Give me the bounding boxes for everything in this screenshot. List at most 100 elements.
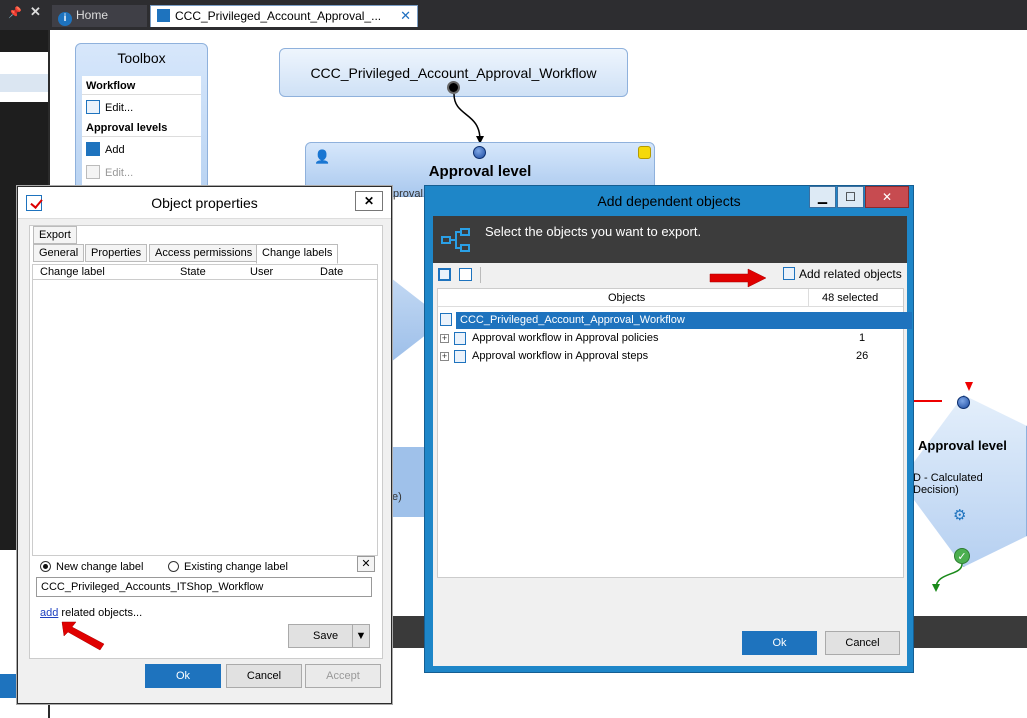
list-view-icon[interactable] xyxy=(459,268,472,281)
col-date[interactable]: Date xyxy=(320,266,343,278)
object-properties-title: Object properties xyxy=(151,195,258,211)
dependent-objects-list[interactable]: Objects 48 selected CCC_Privileged_Accou… xyxy=(437,288,912,578)
toolbar-divider xyxy=(480,267,481,283)
col-objects[interactable]: Objects xyxy=(608,292,645,304)
radio-selected-icon xyxy=(40,561,51,572)
object-properties-close-button[interactable]: ✕ xyxy=(355,191,383,211)
save-button-label: Save xyxy=(313,630,339,642)
document-icon xyxy=(440,313,452,326)
window-close-button[interactable]: ✕ xyxy=(865,186,909,208)
add-dependent-titlebar: Add dependent objects ▁ ☐ ✕ xyxy=(425,186,913,216)
add-dependent-header: Select the objects you want to export. xyxy=(433,216,907,263)
col-change-label[interactable]: Change label xyxy=(40,266,105,278)
tab-access-permissions[interactable]: Access permissions xyxy=(149,244,259,262)
add-dependent-client: Select the objects you want to export. A… xyxy=(433,216,912,666)
relation-icon xyxy=(454,350,466,363)
left-panel-selected-row[interactable] xyxy=(0,74,48,92)
radio-unselected-icon xyxy=(168,561,179,572)
document-tab-bar: 📌 ✕ i Home CCC_Privileged_Account_Approva… xyxy=(0,0,1027,30)
change-label-input[interactable]: CCC_Privileged_Accounts_ITShop_Workflow xyxy=(36,577,372,597)
add-document-icon xyxy=(783,267,795,280)
right-node-subtitle: D - Calculated Decision) xyxy=(913,472,983,496)
connector-red-arrow xyxy=(965,382,973,391)
approval-input-dot[interactable] xyxy=(473,146,486,159)
radio-existing-change-label[interactable]: Existing change label xyxy=(168,561,288,573)
cancel-button[interactable]: Cancel xyxy=(226,664,302,688)
node-fragment-text-2: e) xyxy=(392,491,402,503)
list-item-approval-steps[interactable]: + Approval workflow in Approval steps 26 xyxy=(438,348,903,365)
connector-arrow xyxy=(453,93,484,144)
add-related-objects-label: Add related objects xyxy=(799,267,902,281)
toolbox-workflow-edit-label: Edit... xyxy=(105,102,134,114)
select-all-icon[interactable] xyxy=(438,268,451,281)
col-selected-count[interactable]: 48 selected xyxy=(822,292,878,304)
close-panel-icon[interactable]: ✕ xyxy=(30,4,41,20)
toolbox-section-workflow: Workflow xyxy=(82,76,201,95)
annotation-arrow-add-related xyxy=(709,268,767,288)
hierarchy-icon xyxy=(441,228,470,252)
minimize-button[interactable]: ▁ xyxy=(809,186,836,208)
radio-new-label: New change label xyxy=(56,561,144,573)
tab-workflow-label: CCC_Privileged_Account_Approval_... xyxy=(175,9,382,23)
expand-icon[interactable]: + xyxy=(440,334,449,343)
right-node-input-dot[interactable] xyxy=(957,396,970,409)
dependent-cancel-button[interactable]: Cancel xyxy=(825,631,900,655)
approval-status-marker xyxy=(638,146,651,159)
radio-new-change-label[interactable]: New change label xyxy=(40,561,143,573)
toolbox-content: Workflow Edit... Approval levels Add Edi… xyxy=(82,76,201,196)
col-state[interactable]: State xyxy=(180,266,206,278)
add-dependent-instruction: Select the objects you want to export. xyxy=(485,224,702,239)
tab-home-label: Home xyxy=(76,8,109,22)
user-icon: 👤 xyxy=(314,149,331,164)
expand-icon[interactable]: + xyxy=(440,352,449,361)
list-item-approval-policies-count: 1 xyxy=(859,332,866,344)
toolbox-panel: Toolbox Workflow Edit... Approval levels… xyxy=(75,43,208,196)
col-user[interactable]: User xyxy=(250,266,273,278)
chevron-down-icon: ▼ xyxy=(355,630,367,642)
toolbox-title: Toolbox xyxy=(117,50,166,66)
toolbox-approval-edit-label: Edit... xyxy=(105,167,134,179)
toolbox-section-approval-levels: Approval levels xyxy=(82,118,201,137)
tab-workflow[interactable]: CCC_Privileged_Account_Approval_... ✕ xyxy=(150,5,418,27)
add-icon xyxy=(86,142,100,156)
clear-change-label-button[interactable]: ✕ xyxy=(357,556,375,572)
dependent-objects-header: Objects 48 selected xyxy=(438,289,903,307)
list-item-approval-steps-count: 26 xyxy=(856,350,869,362)
list-item-approval-policies[interactable]: + Approval workflow in Approval policies… xyxy=(438,330,903,347)
object-properties-body: Export General Properties Access permiss… xyxy=(29,225,383,659)
gear-icon: ⚙ xyxy=(953,507,967,524)
edit-icon xyxy=(86,100,100,114)
tab-export[interactable]: Export xyxy=(33,226,77,244)
toolbox-workflow-edit[interactable]: Edit... xyxy=(82,95,201,118)
change-labels-grid[interactable] xyxy=(32,264,378,556)
ok-button[interactable]: Ok xyxy=(145,664,221,688)
list-item-approval-policies-label: Approval workflow in Approval policies xyxy=(472,332,659,344)
info-icon: i xyxy=(58,12,72,26)
add-dependent-objects-dialog: Add dependent objects ▁ ☐ ✕ Select the o… xyxy=(424,185,914,673)
pin-icon[interactable]: 📌 xyxy=(8,6,22,19)
connector-red-line xyxy=(912,400,942,402)
approval-level-title: Approval level xyxy=(428,163,532,180)
tab-change-labels[interactable]: Change labels xyxy=(256,244,339,264)
add-related-objects-button[interactable]: Add related objects xyxy=(783,267,902,281)
tab-close-icon[interactable]: ✕ xyxy=(400,8,411,24)
edit-icon xyxy=(86,165,100,179)
add-dependent-toolbar: Add related objects xyxy=(433,263,907,287)
save-dropdown-button[interactable]: ▼ xyxy=(352,624,370,648)
annotation-arrow-add xyxy=(61,621,105,651)
toolbox-approval-edit[interactable]: Edit... xyxy=(82,160,201,183)
add-related-link[interactable]: add xyxy=(40,607,58,619)
list-item-approval-steps-label: Approval workflow in Approval steps xyxy=(472,350,649,362)
list-item-root-label: CCC_Privileged_Account_Approval_Workflow xyxy=(460,314,685,326)
list-item-root[interactable]: CCC_Privileged_Account_Approval_Workflow xyxy=(456,312,912,329)
change-labels-grid-header: Change label State User Date xyxy=(32,264,378,280)
workflow-root-label: CCC_Privileged_Account_Approval_Workflow xyxy=(310,65,597,81)
tab-home[interactable]: i Home xyxy=(52,5,147,27)
toolbox-approval-add[interactable]: Add xyxy=(82,137,201,160)
dependent-ok-button[interactable]: Ok xyxy=(742,631,817,655)
maximize-button[interactable]: ☐ xyxy=(837,186,864,208)
node-fragment-text: proval xyxy=(393,188,423,200)
tab-general[interactable]: General xyxy=(33,244,85,262)
accept-button[interactable]: Accept xyxy=(305,664,381,688)
tab-properties[interactable]: Properties xyxy=(85,244,148,262)
